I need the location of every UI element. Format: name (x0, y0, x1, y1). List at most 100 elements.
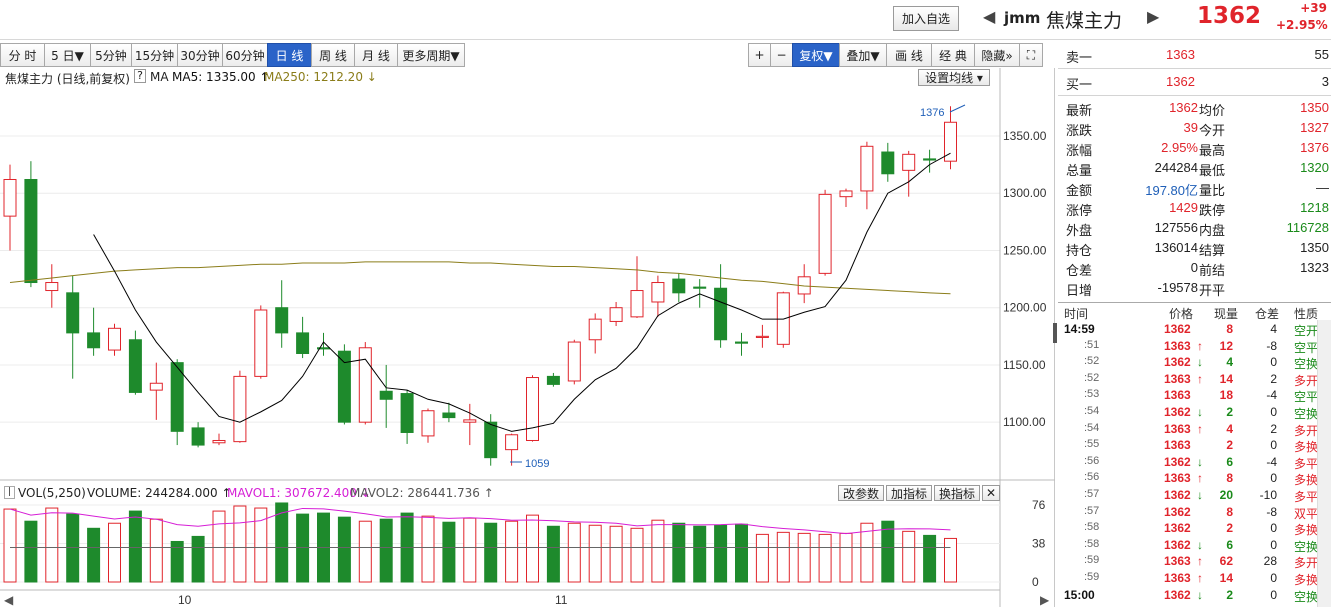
period-tab-5[interactable]: 60分钟 (222, 43, 268, 67)
tick-time: 15:00 (1064, 587, 1095, 602)
candle-body (714, 287, 728, 341)
candle-body (379, 390, 393, 400)
candle-body (296, 332, 310, 354)
arrow-up-icon: ↑ (1197, 338, 1203, 353)
tick-oi-change: 2 (1270, 371, 1277, 386)
period-tab-1[interactable]: 5 日▼ (44, 43, 91, 67)
next-symbol-icon[interactable]: ▶ (1147, 7, 1159, 26)
stat-label: 均价 (1199, 103, 1226, 118)
candle-body (149, 382, 163, 391)
stat-label: 持仓 (1066, 243, 1093, 258)
volume-bar (693, 525, 707, 583)
kline-chart[interactable]: 1350.00 1300.00 1250.00 1200.00 1150.00 1100.… (0, 68, 1055, 607)
ask-volume: 55 (1314, 47, 1329, 62)
tick-nature: 空换 (1294, 407, 1319, 421)
period-tab-9[interactable]: 更多周期▼ (397, 43, 465, 67)
volume-bar (526, 514, 539, 583)
quote-row: 金额 197.80亿 量比 — (1058, 178, 1331, 198)
tick-nature: 多平 (1294, 490, 1319, 504)
stat-value: 1429 (1169, 200, 1198, 215)
tick-volume: 4 (1226, 421, 1233, 436)
tick-oi-change: -8 (1266, 504, 1277, 519)
tick-oi-change: 28 (1263, 554, 1277, 569)
arrow-down-icon: ↓ (1197, 355, 1203, 370)
volume-bar (463, 517, 477, 583)
toolbar-button-0[interactable]: + (748, 43, 771, 67)
toolbar-button-5[interactable]: 经 典 (931, 43, 975, 67)
tick-volume: 4 (1226, 355, 1233, 370)
volume-bar (149, 518, 163, 583)
tick-volume: 62 (1219, 554, 1233, 569)
toolbar-button-3[interactable]: 叠加▼ (839, 43, 887, 67)
tick-volume: 2 (1226, 405, 1233, 419)
divider (1058, 302, 1331, 303)
price-tick-label: 1300.00 (1003, 186, 1047, 200)
stat-label: 涨幅 (1066, 143, 1093, 158)
period-tab-8[interactable]: 月 线 (354, 43, 398, 67)
volume-button-0[interactable]: 改参数 (838, 485, 884, 501)
quote-row: 涨停 1429 跌停 1218 (1058, 198, 1331, 218)
candle-body (212, 439, 226, 444)
volume-button-1[interactable]: 加指标 (886, 485, 932, 501)
tick-volume: 6 (1226, 537, 1233, 552)
collapse-icon[interactable]: | (4, 486, 15, 499)
stat-value: 1320 (1300, 160, 1329, 175)
candle-body (672, 278, 686, 294)
expand-icon[interactable]: ⛶ (1019, 43, 1043, 67)
tick-volume: 2 (1226, 521, 1233, 536)
toolbar-button-1[interactable]: − (770, 43, 793, 67)
tick-price: 1362 (1164, 587, 1191, 602)
prev-symbol-icon[interactable]: ◀ (983, 7, 995, 26)
tick-row: :54 1363 ↑ 4 2 多开 (1058, 421, 1331, 438)
stat-value: 0 (1190, 260, 1198, 275)
tick-oi-change: 0 (1270, 438, 1277, 453)
stat-label: 日增 (1066, 283, 1093, 298)
bid-row: 买一 1362 3 (1058, 72, 1331, 92)
close-indicator-icon[interactable]: ✕ (982, 485, 1000, 501)
tick-row: :56 1363 ↑ 8 0 多换 (1058, 470, 1331, 487)
period-tab-7[interactable]: 周 线 (311, 43, 355, 67)
volume-button-2[interactable]: 换指标 (934, 485, 980, 501)
candle-body (442, 412, 456, 419)
tick-time: :58 (1084, 537, 1100, 550)
period-tab-2[interactable]: 5分钟 (90, 43, 132, 67)
candle-body (463, 419, 477, 423)
arrow-up-icon: ↑ (1197, 421, 1203, 436)
period-tab-6[interactable]: 日 线 (267, 43, 312, 67)
quote-row: 日增 -19578 开平 (1058, 278, 1331, 298)
add-watchlist-button[interactable]: 加入自选 (893, 6, 959, 31)
symbol-name: 焦煤主力 (1046, 10, 1123, 32)
candle-body (860, 145, 874, 192)
toolbar-button-2[interactable]: 复权▼ (792, 43, 840, 67)
tick-oi-change: -4 (1266, 388, 1277, 403)
volume-tick-label: 0 (1032, 575, 1039, 589)
toolbar-button-4[interactable]: 画 线 (886, 43, 932, 67)
volume-bar (651, 519, 665, 583)
quote-row: 最新 1362 均价 1350 (1058, 98, 1331, 118)
volume-bar (66, 513, 80, 583)
tick-row: :52 1363 ↑ 14 2 多开 (1058, 371, 1331, 388)
panel-splitter[interactable] (1053, 323, 1057, 343)
candle-body (128, 339, 142, 393)
tick-oi-change: 0 (1270, 587, 1277, 602)
tick-oi-change: 0 (1270, 571, 1277, 585)
period-tab-0[interactable]: 分 时 (0, 43, 45, 67)
tick-row: :53 1363 18 -4 空平 (1058, 387, 1331, 404)
arrow-down-icon: ↓ (1197, 587, 1203, 602)
tick-volume: 12 (1219, 338, 1233, 353)
volume-bar (212, 510, 226, 583)
period-tab-3[interactable]: 15分钟 (131, 43, 178, 67)
tick-volume: 2 (1226, 438, 1233, 453)
quote-row: 仓差 0 前结 1323 (1058, 258, 1331, 278)
volume-bar (45, 507, 59, 583)
candle-body (275, 307, 289, 334)
tick-scrollbar[interactable] (1317, 320, 1331, 607)
tick-nature: 空开 (1294, 324, 1319, 338)
stat-value: -19578 (1157, 280, 1198, 295)
period-tab-4[interactable]: 30分钟 (177, 43, 223, 67)
time-tick-label: 11 (555, 593, 568, 607)
tick-volume: 6 (1226, 454, 1233, 469)
tick-time: :57 (1084, 488, 1100, 500)
toolbar-button-6[interactable]: 隐藏» (974, 43, 1020, 67)
tick-nature: 空换 (1294, 589, 1319, 604)
